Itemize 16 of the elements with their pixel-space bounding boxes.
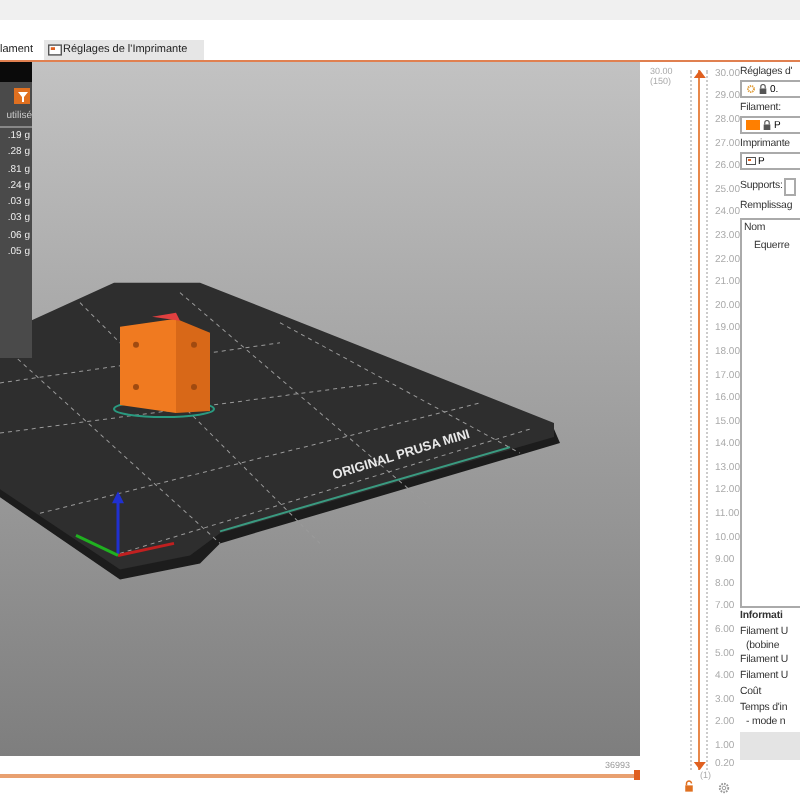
printer-icon — [746, 156, 756, 166]
supports-dropdown[interactable] — [784, 178, 797, 196]
axes-drawing — [75, 491, 175, 557]
filter-icon — [17, 91, 27, 101]
settings-icon[interactable] — [717, 782, 729, 794]
bracket-model-drawing — [113, 312, 215, 418]
vertical-slider[interactable] — [689, 70, 709, 770]
filter-button[interactable] — [14, 88, 30, 104]
slider-thumb[interactable] — [693, 70, 706, 78]
filament-swatch — [746, 120, 760, 130]
unlock-icon[interactable] — [684, 780, 694, 792]
slider-thumb[interactable] — [693, 762, 706, 770]
gear-icon — [746, 84, 756, 94]
lock-icon — [762, 120, 772, 130]
lock-icon — [758, 84, 768, 94]
legend-header-bar — [0, 62, 32, 82]
